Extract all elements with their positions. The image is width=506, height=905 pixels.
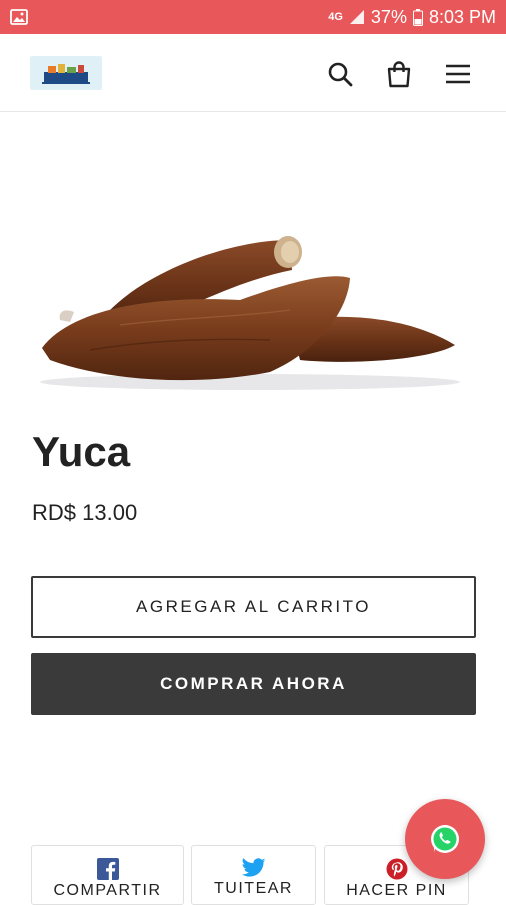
product-title: Yuca [32,428,131,475]
status-bar-right: 4G 37% 8:03 PM [328,7,496,28]
whatsapp-chat-button[interactable] [405,799,485,879]
share-facebook-label: COMPARTIR [53,882,162,899]
share-twitter-label: TUITEAR [214,880,293,897]
search-icon[interactable] [325,59,355,89]
status-bar: 4G 37% 8:03 PM [0,0,506,34]
store-logo[interactable] [30,56,102,90]
whatsapp-icon [431,825,459,853]
share-facebook-button[interactable]: COMPARTIR [31,845,184,905]
clock: 8:03 PM [428,6,496,27]
gallery-notification-icon [10,9,28,25]
battery-percent: 37% [370,6,407,27]
share-pinterest-label: HACER PIN [346,882,447,899]
app-header [0,34,506,112]
product-price: RD$ 13.00 [32,500,138,525]
pinterest-icon [386,858,407,880]
facebook-icon [96,858,119,880]
add-to-cart-button[interactable]: AGREGAR AL CARRITO [31,576,476,638]
twitter-icon [241,858,266,877]
signal-icon [349,10,364,24]
menu-icon[interactable] [443,59,473,89]
product-image[interactable] [30,200,476,395]
cart-icon[interactable] [384,59,414,89]
status-bar-left [10,9,28,25]
share-twitter-button[interactable]: TUITEAR [191,845,316,905]
logo-graphic [42,64,90,84]
battery-icon [412,8,423,26]
buy-now-button[interactable]: COMPRAR AHORA [31,653,476,715]
network-type: 4G [328,10,343,23]
